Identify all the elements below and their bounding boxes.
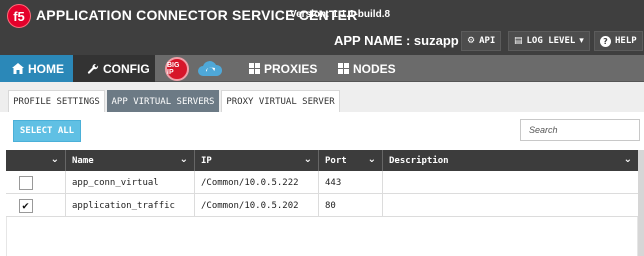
tab-profile-settings[interactable]: PROFILE SETTINGS <box>8 90 105 112</box>
question-icon: ? <box>600 35 611 47</box>
tab-proxy-virtual-server[interactable]: PROXY VIRTUAL SERVER <box>221 90 340 112</box>
grid-icon <box>338 63 349 74</box>
column-header-name[interactable]: Name ⌄ <box>66 150 195 171</box>
column-header-port-label: Port <box>325 155 347 166</box>
table-row[interactable]: app_conn_virtual /Common/10.0.5.222 443 <box>6 171 638 194</box>
column-header-description-label: Description <box>389 155 449 166</box>
main-nav: HOME CONFIG PROXIES NODES <box>0 55 644 82</box>
chevron-down-icon: ⌄ <box>179 154 188 165</box>
subtab-bar: PROFILE SETTINGS APP VIRTUAL SERVERS PRO… <box>0 82 644 112</box>
cell-description <box>383 194 638 217</box>
chevron-down-icon: ⌄ <box>623 154 632 165</box>
table-header: ⌄ Name ⌄ IP ⌄ Port ⌄ Description ⌄ <box>6 150 638 171</box>
cell-name: app_conn_virtual <box>66 171 195 194</box>
app-version: Version: 1.1.1-build.8 <box>290 9 391 20</box>
nav-config-label: CONFIG <box>103 61 150 76</box>
nav-proxies[interactable]: PROXIES <box>249 55 317 82</box>
cell-ip: /Common/10.0.5.202 <box>195 194 319 217</box>
help-button[interactable]: ? HELP <box>594 31 643 51</box>
column-header-name-label: Name <box>72 155 94 166</box>
row-select-cell: ✔ <box>6 194 66 217</box>
column-header-port[interactable]: Port ⌄ <box>319 150 383 171</box>
nav-proxies-label: PROXIES <box>264 61 318 76</box>
nav-nodes-label: NODES <box>353 61 396 76</box>
cell-ip: /Common/10.0.5.222 <box>195 171 319 194</box>
nav-home[interactable]: HOME <box>0 55 73 82</box>
select-column-header[interactable]: ⌄ <box>6 150 66 171</box>
vertical-scrollbar[interactable] <box>638 150 644 256</box>
help-button-label: HELP <box>615 36 637 46</box>
nav-home-label: HOME <box>28 61 64 76</box>
cell-description <box>383 171 638 194</box>
column-header-ip[interactable]: IP ⌄ <box>195 150 319 171</box>
f5-logo: f5 <box>7 4 31 28</box>
chevron-down-icon: ⌄ <box>367 154 376 165</box>
chevron-down-icon: ⌄ <box>50 154 59 165</box>
table-row[interactable]: ✔ application_traffic /Common/10.0.5.202… <box>6 194 638 217</box>
row-checkbox[interactable] <box>18 175 33 190</box>
api-button-label: API <box>479 36 496 46</box>
grid-icon <box>249 63 260 74</box>
wrench-icon <box>87 63 99 74</box>
column-header-ip-label: IP <box>201 155 212 166</box>
row-checkbox[interactable]: ✔ <box>18 198 33 213</box>
gear-icon: ⚙ <box>467 36 476 46</box>
column-header-description[interactable]: Description ⌄ <box>383 150 638 171</box>
log-level-button[interactable]: ▤ LOG LEVEL ▾ <box>508 31 590 51</box>
select-all-button[interactable]: SELECT ALL <box>13 120 81 142</box>
home-icon <box>12 63 24 74</box>
nav-nodes[interactable]: NODES <box>338 55 396 82</box>
bigip-badge[interactable]: BIG IP <box>165 57 189 81</box>
nav-config[interactable]: CONFIG <box>73 55 155 82</box>
app-name-label: APP NAME : suzapp <box>334 33 459 48</box>
log-level-label: LOG LEVEL <box>526 36 576 46</box>
api-button[interactable]: ⚙ API <box>461 31 502 51</box>
chevron-down-icon: ⌄ <box>303 154 312 165</box>
checkmark-icon: ✔ <box>22 199 29 212</box>
cell-port: 80 <box>319 194 383 217</box>
table-body-empty <box>6 217 638 256</box>
cell-name: application_traffic <box>66 194 195 217</box>
log-icon: ▤ <box>514 36 523 46</box>
cell-port: 443 <box>319 171 383 194</box>
row-select-cell <box>6 171 66 194</box>
cloud-sync-icon[interactable] <box>197 60 223 80</box>
tab-app-virtual-servers[interactable]: APP VIRTUAL SERVERS <box>107 90 219 112</box>
search-input[interactable] <box>520 119 640 141</box>
top-header: f5 APPLICATION CONNECTOR SERVICE CENTER … <box>0 0 644 55</box>
chevron-down-icon: ▾ <box>579 36 584 46</box>
